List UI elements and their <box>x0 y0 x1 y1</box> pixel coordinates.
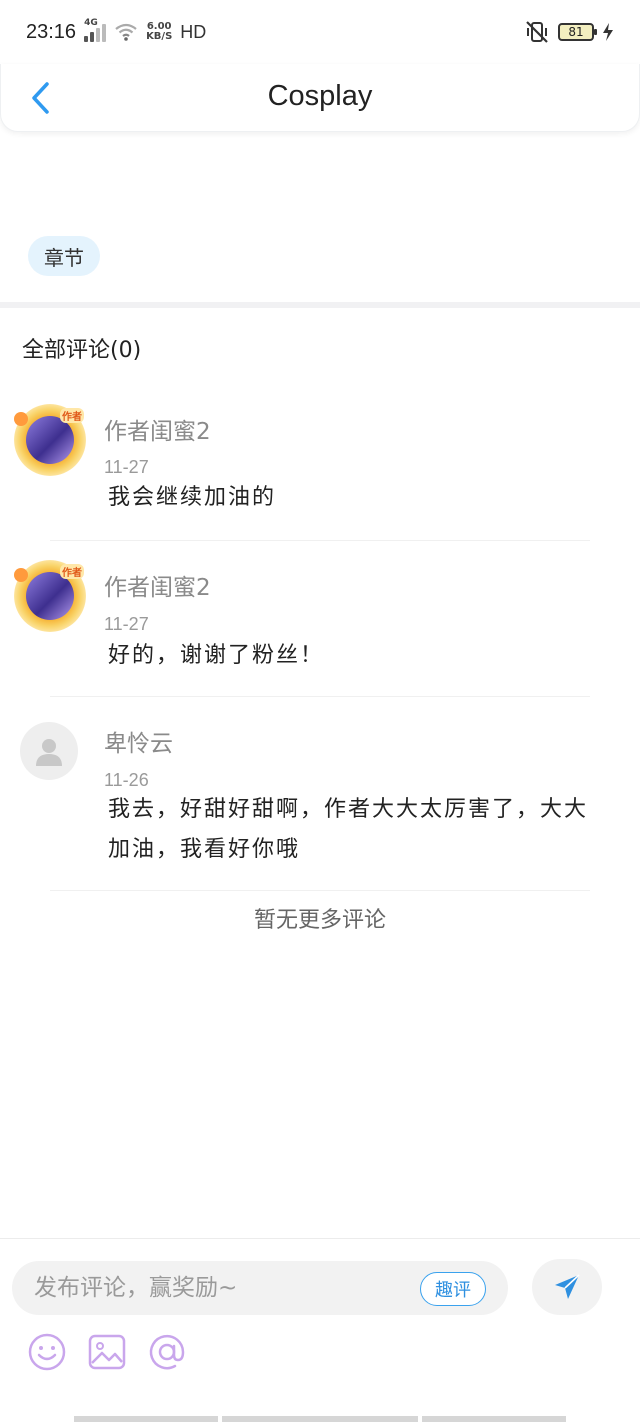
emoji-button[interactable] <box>26 1331 68 1373</box>
network-type: 4G <box>84 18 98 28</box>
speed-unit: KB/S <box>146 31 173 42</box>
cellular-signal-icon: 4G <box>84 18 107 42</box>
comment-date: 11-27 <box>104 457 149 477</box>
comments-heading: 全部评论(0) <box>22 338 142 363</box>
battery-icon: 81 <box>558 23 597 41</box>
signal-bar <box>96 28 101 42</box>
comment-author[interactable]: 作者闺蜜2 <box>104 412 211 446</box>
comment-divider <box>50 696 590 697</box>
wifi-icon <box>115 23 137 41</box>
mute-vibrate-icon <box>526 21 548 43</box>
avatar-image <box>26 572 74 620</box>
signal-bar <box>90 32 95 42</box>
top-app-bar: Cosplay <box>0 64 640 132</box>
mention-button[interactable] <box>146 1331 188 1373</box>
comment-text: 好的，谢谢了粉丝！ <box>108 643 325 668</box>
status-time: 23:16 <box>26 20 77 43</box>
at-icon <box>149 1334 185 1370</box>
comment-composer: 趣评 <box>0 1238 640 1422</box>
balloon-icon <box>14 568 28 582</box>
comment-text: 我去，好甜好甜啊，作者大大太厉害了，大大加油，我看好你哦 <box>108 797 589 862</box>
status-right: 81 <box>524 20 614 44</box>
nav-indicator <box>222 1416 418 1422</box>
author-badge: 作者 <box>60 408 84 423</box>
status-bar: 23:16 4G 6.00 KB/S HD 81 <box>0 0 640 64</box>
image-icon <box>88 1334 126 1370</box>
comment-author[interactable]: 卑怜云 <box>104 724 173 758</box>
avatar[interactable]: 作者 <box>14 560 86 632</box>
status-left: 23:16 4G 6.00 KB/S HD <box>26 18 207 44</box>
comment-box: 趣评 <box>12 1261 508 1315</box>
send-button[interactable] <box>532 1259 602 1315</box>
avatar-image <box>26 416 74 464</box>
comment-divider <box>50 540 590 541</box>
avatar[interactable] <box>20 722 78 780</box>
signal-bar <box>84 36 89 42</box>
send-icon <box>555 1274 580 1299</box>
signal-bar <box>102 24 107 42</box>
image-button[interactable] <box>86 1331 128 1373</box>
chapter-tag[interactable]: 章节 <box>28 236 100 276</box>
section-divider <box>0 302 640 308</box>
author-badge: 作者 <box>60 564 84 579</box>
battery-level: 81 <box>568 25 584 39</box>
comment-date: 11-26 <box>104 770 149 790</box>
charging-icon <box>603 23 613 41</box>
balloon-icon <box>14 412 28 426</box>
comment-date: 11-27 <box>104 614 149 634</box>
user-placeholder-icon <box>36 739 62 766</box>
nav-indicator <box>422 1416 566 1422</box>
page-title: Cosplay <box>267 80 373 112</box>
qu-ping-button[interactable]: 趣评 <box>420 1272 486 1306</box>
comment-input[interactable] <box>34 1261 394 1315</box>
emoji-icon <box>28 1333 66 1371</box>
no-more-comments: 暂无更多评论 <box>253 908 386 933</box>
nav-indicator <box>74 1416 218 1422</box>
avatar[interactable]: 作者 <box>14 404 86 476</box>
comment-text: 我会继续加油的 <box>108 485 277 510</box>
hd-indicator: HD <box>180 21 207 42</box>
comment-divider <box>50 890 590 891</box>
network-speed: 6.00 KB/S <box>146 22 172 42</box>
comment-author[interactable]: 作者闺蜜2 <box>104 568 211 602</box>
